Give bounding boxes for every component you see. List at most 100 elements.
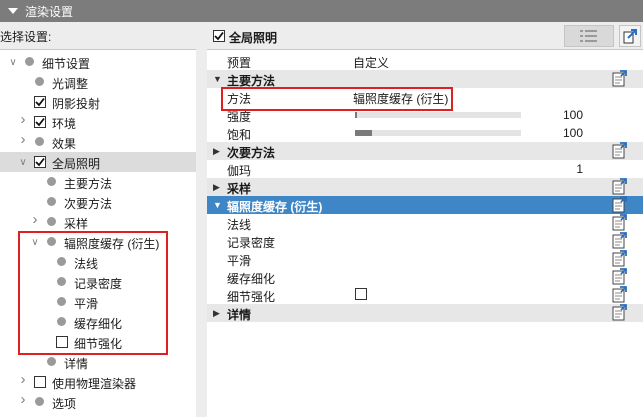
- chevron-down-icon[interactable]: ∨: [30, 237, 40, 248]
- chevron-right-icon[interactable]: ›: [18, 371, 28, 388]
- detail-enhance-checkbox[interactable]: [355, 288, 367, 300]
- title-bar[interactable]: 渲染设置: [0, 0, 643, 22]
- property-value[interactable]: 自定义: [353, 54, 389, 71]
- section-header[interactable]: ▼ 主要方法: [207, 70, 643, 88]
- property-label: 次要方法: [227, 146, 276, 160]
- select-settings-label: 选择设置:: [0, 30, 52, 44]
- tree-item[interactable]: 主要方法: [0, 172, 196, 192]
- tree-item-label: 次要方法: [64, 197, 113, 211]
- tree-item[interactable]: 详情: [0, 352, 196, 372]
- property-label: 记录密度: [227, 236, 276, 250]
- status-dot-icon: [25, 57, 34, 66]
- expand-down-icon[interactable]: ▼: [213, 74, 222, 84]
- property-label: 方法: [227, 92, 252, 106]
- tree-item[interactable]: 次要方法: [0, 192, 196, 212]
- expand-right-icon[interactable]: ▶: [213, 182, 220, 193]
- global-illumination-checkbox[interactable]: [213, 30, 225, 42]
- property-row[interactable]: 方法 辐照度缓存 (衍生): [207, 88, 643, 106]
- tree-checkbox[interactable]: [34, 156, 46, 168]
- doc-export-icon[interactable]: [611, 196, 627, 213]
- property-row[interactable]: 饱和 100: [207, 124, 643, 142]
- list-view-button[interactable]: [564, 25, 614, 47]
- tree-item[interactable]: ∨ 细节设置: [0, 52, 196, 72]
- header-label: 全局照明: [229, 31, 278, 45]
- tree-item[interactable]: › 采样: [0, 211, 196, 232]
- tree-item[interactable]: 阴影投射: [0, 92, 196, 112]
- property-row[interactable]: 细节强化: [207, 286, 643, 304]
- tree-item[interactable]: 平滑: [0, 292, 196, 312]
- property-row[interactable]: 法线: [207, 214, 643, 232]
- collapse-icon[interactable]: [8, 8, 18, 14]
- status-dot-icon: [47, 197, 56, 206]
- doc-export-icon[interactable]: [611, 268, 627, 285]
- tree-item[interactable]: 缓存细化: [0, 312, 196, 332]
- doc-export-icon[interactable]: [611, 178, 627, 195]
- status-dot-icon: [57, 277, 66, 286]
- settings-tree: ∨ 细节设置光调整 阴影投射 › 环境 › 效果 ∨ 全局照明主要方法次要方法 › 采样 ∨ 辐照度缓存…: [0, 49, 196, 417]
- doc-export-icon[interactable]: [611, 250, 627, 267]
- section-header[interactable]: ▶ 详情: [207, 304, 643, 322]
- tree-checkbox[interactable]: [56, 336, 68, 348]
- tree-item[interactable]: ∨ 全局照明: [0, 152, 196, 172]
- chevron-right-icon[interactable]: ›: [18, 111, 28, 128]
- tree-item-label: 选项: [52, 397, 77, 411]
- tree-checkbox[interactable]: [34, 376, 46, 388]
- status-dot-icon: [57, 297, 66, 306]
- expand-right-icon[interactable]: ▶: [213, 146, 220, 157]
- property-label: 主要方法: [227, 74, 276, 88]
- chevron-down-icon[interactable]: ∨: [18, 157, 28, 168]
- tree-item[interactable]: › 效果: [0, 131, 196, 152]
- section-header[interactable]: ▶ 采样: [207, 178, 643, 196]
- tree-item[interactable]: › 使用物理渲染器: [0, 371, 196, 392]
- section-header[interactable]: ▼ 辐照度缓存 (衍生): [207, 196, 643, 214]
- tree-checkbox[interactable]: [34, 96, 46, 108]
- tree-item-label: 主要方法: [64, 177, 113, 191]
- expand-right-icon[interactable]: ▶: [213, 308, 220, 319]
- tree-item[interactable]: › 环境: [0, 111, 196, 132]
- doc-export-icon[interactable]: [611, 214, 627, 231]
- property-label: 饱和: [227, 128, 252, 142]
- tree-checkbox[interactable]: [34, 116, 46, 128]
- doc-export-icon[interactable]: [611, 70, 627, 87]
- property-row[interactable]: 伽玛 1: [207, 160, 643, 178]
- value-slider[interactable]: [355, 130, 521, 136]
- chevron-right-icon[interactable]: ›: [30, 211, 40, 228]
- tree-item[interactable]: 细节强化: [0, 332, 196, 352]
- property-row[interactable]: 缓存细化: [207, 268, 643, 286]
- property-row[interactable]: 强度 100: [207, 106, 643, 124]
- tree-item-label: 采样: [64, 217, 89, 231]
- section-header[interactable]: ▶ 次要方法: [207, 142, 643, 160]
- tree-item-label: 光调整: [52, 77, 89, 91]
- export-button[interactable]: [619, 25, 641, 47]
- doc-export-icon[interactable]: [611, 304, 627, 321]
- expand-down-icon[interactable]: ▼: [213, 200, 222, 210]
- chevron-right-icon[interactable]: ›: [18, 391, 28, 408]
- chevron-down-icon[interactable]: ∨: [8, 57, 18, 68]
- status-dot-icon: [35, 77, 44, 86]
- tree-item-label: 全局照明: [52, 157, 101, 171]
- property-row[interactable]: 平滑: [207, 250, 643, 268]
- tree-item[interactable]: 记录密度: [0, 272, 196, 292]
- doc-export-icon[interactable]: [611, 232, 627, 249]
- tree-item-label: 详情: [64, 357, 89, 371]
- doc-export-icon[interactable]: [611, 142, 627, 159]
- value-slider[interactable]: [355, 112, 521, 118]
- status-dot-icon: [47, 177, 56, 186]
- property-value[interactable]: 辐照度缓存 (衍生): [353, 90, 448, 107]
- property-row[interactable]: 预置 自定义: [207, 52, 643, 70]
- tree-item-label: 细节强化: [74, 337, 123, 351]
- tree-item-label: 平滑: [74, 297, 99, 311]
- chevron-right-icon[interactable]: ›: [18, 131, 28, 148]
- property-label: 伽玛: [227, 164, 252, 178]
- tree-item[interactable]: 法线: [0, 252, 196, 272]
- tree-item[interactable]: › 选项: [0, 391, 196, 412]
- slider-value[interactable]: 100: [563, 126, 583, 140]
- tree-item[interactable]: 光调整: [0, 72, 196, 92]
- property-number[interactable]: 1: [576, 162, 583, 176]
- property-label: 预置: [227, 56, 252, 70]
- status-dot-icon: [57, 257, 66, 266]
- slider-value[interactable]: 100: [563, 108, 583, 122]
- tree-item[interactable]: ∨ 辐照度缓存 (衍生): [0, 232, 196, 252]
- property-row[interactable]: 记录密度: [207, 232, 643, 250]
- doc-export-icon[interactable]: [611, 286, 627, 303]
